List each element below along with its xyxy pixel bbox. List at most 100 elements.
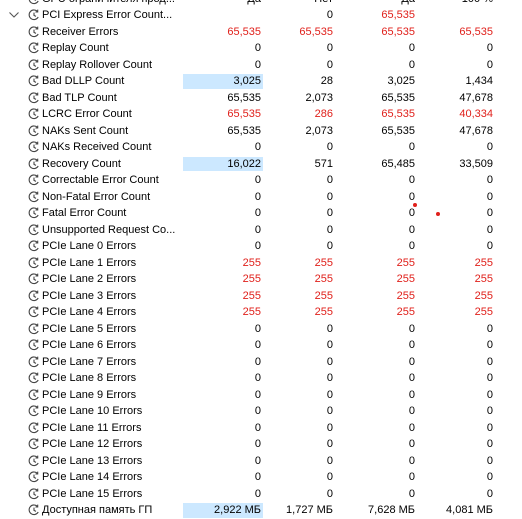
sensor-value-col-3: 255 [396, 256, 415, 269]
sensor-value-col-2: 0 [326, 190, 333, 203]
sensor-value-col-2: 286 [314, 108, 333, 120]
sensor-value-col-2: 0 [326, 9, 333, 21]
sensor-value-col-1: 0 [254, 322, 261, 335]
sensor-row[interactable]: Correctable Error Count 0 0 0 0 [0, 172, 522, 189]
sensor-value-col-1: 255 [242, 256, 261, 269]
sensor-value-col-4: 1,434 [465, 75, 493, 87]
sensor-row[interactable]: PCIe Lane 3 Errors 255 255 255 255 [0, 288, 522, 305]
chevron-down-icon[interactable] [8, 8, 20, 22]
sensor-row[interactable]: Replay Rollover Count 0 0 0 0 [0, 57, 522, 74]
sensor-clock-icon [28, 223, 40, 237]
sensor-clock-icon [28, 437, 40, 451]
sensor-label: Receiver Errors [42, 25, 119, 38]
sensor-clock-icon [28, 140, 40, 154]
sensor-row[interactable]: Bad TLP Count 65,535 2,073 65,535 47,678 [0, 90, 522, 107]
sensor-clock-icon [28, 239, 40, 253]
sensor-label: Bad DLLP Count [42, 75, 125, 87]
sensor-row[interactable]: LCRC Error Count 65,535 286 65,535 40,334 [0, 106, 522, 123]
sensor-row[interactable]: Recovery Count 16,022 571 65,485 33,509 [0, 156, 522, 173]
sensor-row[interactable]: NAKs Received Count 0 0 0 0 [0, 139, 522, 156]
sensor-clock-icon [28, 206, 40, 220]
sensor-value-col-2: 255 [314, 306, 333, 318]
sensor-label: Recovery Count [42, 157, 121, 170]
sensor-value-col-4: 0 [486, 405, 493, 417]
sensor-row[interactable]: Replay Count 0 0 0 0 [0, 40, 522, 57]
sensor-label: PCIe Lane 9 Errors [42, 388, 137, 401]
sensor-row-partial-top[interactable]: GPU ограничителя прод...ДаНетДа100 % [0, 0, 522, 7]
sensor-value-col-2: 2,073 [305, 91, 333, 104]
sensor-clock-icon [28, 173, 40, 187]
sensor-value-col-4: 100 % [423, 0, 493, 6]
sensor-value-col-4 [423, 8, 493, 23]
sensor-row[interactable]: PCIe Lane 1 Errors 255 255 255 255 [0, 255, 522, 272]
sensor-value-col-4: 0 [486, 471, 493, 483]
sensor-row[interactable]: Bad DLLP Count 3,025 28 3,025 1,434 [0, 73, 522, 90]
sensor-value-col-3: Да [343, 0, 415, 6]
sensor-label: PCIe Lane 5 Errors [42, 322, 137, 335]
sensor-value-col-2: 0 [326, 454, 333, 467]
sensor-row[interactable]: PCIe Lane 5 Errors 0 0 0 0 [0, 321, 522, 338]
sensor-label: PCI Express Error Count... [42, 9, 173, 21]
sensor-value-col-2: 255 [314, 256, 333, 269]
sensor-value-col-4: 255 [474, 306, 493, 318]
sensor-row[interactable]: Unsupported Request Co... 0 0 0 0 [0, 222, 522, 239]
sensor-clock-icon [28, 91, 40, 105]
sensor-row[interactable]: PCIe Lane 8 Errors 0 0 0 0 [0, 370, 522, 387]
sensor-row[interactable]: Fatal Error Count 0 0 0 0 [0, 205, 522, 222]
sensor-value-col-3: 0 [408, 190, 415, 203]
sensor-row[interactable]: PCIe Lane 10 Errors 0 0 0 0 [0, 403, 522, 420]
sensor-row-partial-bottom[interactable]: Доступная память ГП 2,922 МБ 1,727 МБ 7,628… [0, 502, 522, 519]
sensor-label: GPU ограничителя прод... [42, 0, 175, 6]
sensor-row[interactable]: PCIe Lane 15 Errors 0 0 0 0 [0, 486, 522, 503]
sensor-row[interactable]: PCIe Lane 11 Errors 0 0 0 0 [0, 420, 522, 437]
sensor-value-col-1: 0 [254, 355, 261, 368]
sensor-clock-icon [28, 404, 40, 418]
sensor-value-col-2: 0 [326, 207, 333, 219]
group-row-pci-express[interactable]: PCI Express Error Count... 0 65,535 [0, 7, 522, 24]
sensor-row[interactable]: Receiver Errors 65,535 65,535 65,535 65,535 [0, 24, 522, 41]
sensor-row[interactable]: Non-Fatal Error Count 0 0 0 0 [0, 189, 522, 206]
sensor-row[interactable]: PCIe Lane 9 Errors 0 0 0 0 [0, 387, 522, 404]
sensor-row[interactable]: PCIe Lane 7 Errors 0 0 0 0 [0, 354, 522, 371]
sensor-value-col-1: 255 [242, 273, 261, 285]
sensor-row[interactable]: PCIe Lane 14 Errors 0 0 0 0 [0, 469, 522, 486]
sensor-row[interactable]: PCIe Lane 0 Errors 0 0 0 0 [0, 238, 522, 255]
sensor-value-col-1: 0 [254, 174, 261, 186]
sensor-label: LCRC Error Count [42, 108, 132, 120]
sensor-row[interactable]: PCIe Lane 12 Errors 0 0 0 0 [0, 436, 522, 453]
sensor-label: PCIe Lane 15 Errors [42, 487, 143, 500]
sensor-value-col-1: 0 [254, 487, 261, 500]
sensor-value-col-1: 0 [254, 388, 261, 401]
sensor-value-col-2: 0 [326, 174, 333, 186]
sensor-value-col-1: 3,025 [183, 74, 263, 89]
sensor-value-col-4: 0 [486, 240, 493, 252]
sensor-value-col-3: 255 [396, 273, 415, 285]
sensor-value-col-2: 28 [320, 75, 333, 87]
sensor-row[interactable]: NAKs Sent Count 65,535 2,073 65,535 47,678 [0, 123, 522, 140]
sensor-value-col-1: 0 [254, 438, 261, 450]
sensor-value-col-1: 0 [254, 240, 261, 252]
sensor-value-col-1: 0 [254, 58, 261, 71]
sensor-value-col-4: 0 [486, 388, 493, 401]
sensor-value-col-1: 0 [254, 339, 261, 351]
sensor-value-col-2: 0 [326, 322, 333, 335]
sensor-label: Доступная память ГП [42, 504, 153, 516]
sensor-row[interactable]: PCIe Lane 2 Errors 255 255 255 255 [0, 271, 522, 288]
sensor-value-col-2: 0 [326, 421, 333, 434]
sensor-value-col-3: 0 [408, 372, 415, 384]
sensor-value-col-1: 0 [254, 223, 261, 236]
sensor-value-col-3: 0 [408, 240, 415, 252]
sensor-label: PCIe Lane 0 Errors [42, 240, 137, 252]
sensor-value-col-4: 47,678 [459, 124, 493, 137]
sensor-clock-icon [28, 503, 40, 517]
sensor-clock-icon [28, 124, 40, 138]
sensor-clock-icon [28, 25, 40, 39]
sensor-clock-icon [28, 157, 40, 171]
sensor-value-col-3: 255 [396, 289, 415, 302]
sensor-value-col-3: 0 [408, 339, 415, 351]
sensor-row[interactable]: PCIe Lane 4 Errors 255 255 255 255 [0, 304, 522, 321]
sensor-row[interactable]: PCIe Lane 6 Errors 0 0 0 0 [0, 337, 522, 354]
sensor-value-col-3: 65,535 [381, 91, 415, 104]
sensor-value-col-4: 4,081 МБ [446, 504, 493, 516]
sensor-row[interactable]: PCIe Lane 13 Errors 0 0 0 0 [0, 453, 522, 470]
